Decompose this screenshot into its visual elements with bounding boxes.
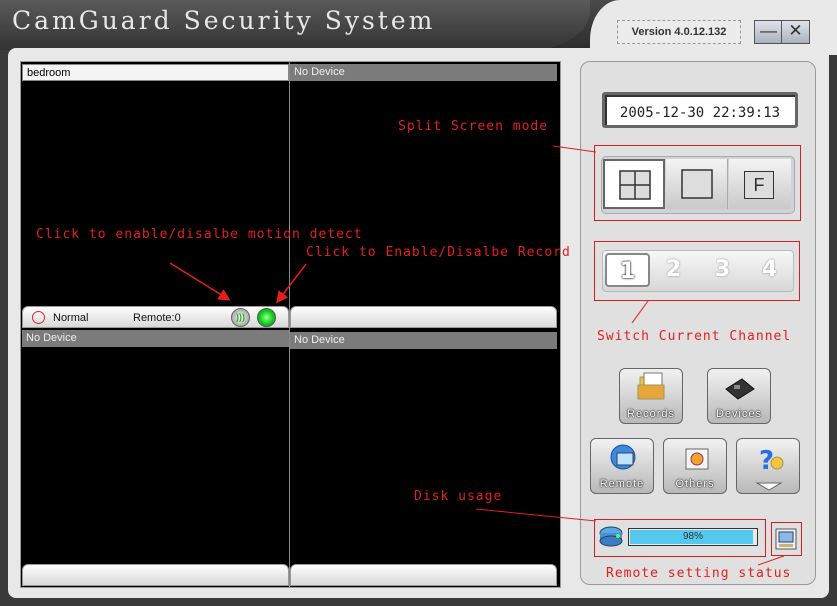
channel-2-header[interactable]: No Device — [290, 64, 557, 81]
annotation-record: Click to Enable/Disalbe Record — [306, 245, 571, 260]
channel-4-header[interactable]: No Device — [290, 332, 557, 349]
app-window: CamGuard Security System Version 4.0.12.… — [0, 0, 837, 606]
channel-2-video[interactable] — [290, 82, 558, 305]
channel-switch-highlight — [594, 241, 800, 301]
status-indicator-icon — [32, 311, 45, 324]
split-screen-highlight — [594, 145, 801, 221]
devices-button[interactable]: Devices — [707, 368, 771, 424]
devices-label: Devices — [715, 408, 763, 420]
others-icon — [685, 448, 709, 470]
others-label: Others — [675, 478, 715, 490]
records-label: Records — [627, 408, 675, 420]
more-button[interactable]: ? — [736, 438, 800, 494]
remote-count: Remote:0 — [133, 312, 181, 324]
grid-divider — [289, 62, 290, 587]
minimize-button[interactable]: — — [754, 20, 782, 44]
chevron-down-icon — [755, 482, 783, 491]
video-grid: bedroom No Device Normal Remote:0 ))) No… — [20, 61, 561, 588]
annotation-switch-channel: Switch Current Channel — [597, 329, 792, 344]
remote-button[interactable]: Remote — [590, 438, 654, 494]
others-button[interactable]: Others — [663, 438, 727, 494]
channel-1-video[interactable] — [21, 82, 289, 305]
annotation-disk-usage: Disk usage — [414, 489, 503, 504]
date-time-display: 2005-12-30 22:39:13 — [602, 92, 798, 128]
channel-4-status-bar — [290, 564, 557, 586]
channel-4-video[interactable] — [290, 350, 558, 562]
motion-detect-button[interactable]: ))) — [231, 308, 250, 327]
record-button[interactable] — [257, 308, 276, 327]
version-label: Version 4.0.12.132 — [617, 20, 741, 44]
help-icon: ? — [755, 446, 784, 491]
annotation-motion-detect: Click to enable/disalbe motion detect — [36, 227, 363, 242]
channel-3-header[interactable]: No Device — [22, 330, 289, 347]
control-panel — [580, 61, 816, 585]
annotation-split-screen: Split Screen mode — [398, 119, 549, 134]
records-icon — [637, 372, 665, 400]
channel-2-status-bar — [290, 306, 557, 328]
status-text: Normal — [53, 312, 89, 324]
remote-label: Remote — [599, 478, 645, 490]
channel-1-status-bar: Normal Remote:0 ))) — [22, 306, 289, 328]
remote-icon — [610, 444, 636, 470]
remote-status-highlight — [771, 522, 802, 556]
records-button[interactable]: Records — [619, 368, 683, 424]
channel-3-video[interactable] — [21, 350, 289, 562]
channel-3-status-bar — [22, 564, 289, 586]
disk-usage-highlight — [594, 519, 766, 557]
annotation-remote-status: Remote setting status — [606, 566, 792, 581]
channel-1-header[interactable]: bedroom — [22, 64, 289, 81]
devices-icon — [725, 378, 755, 400]
app-title: CamGuard Security System — [12, 6, 436, 35]
close-button[interactable]: ✕ — [781, 20, 810, 44]
